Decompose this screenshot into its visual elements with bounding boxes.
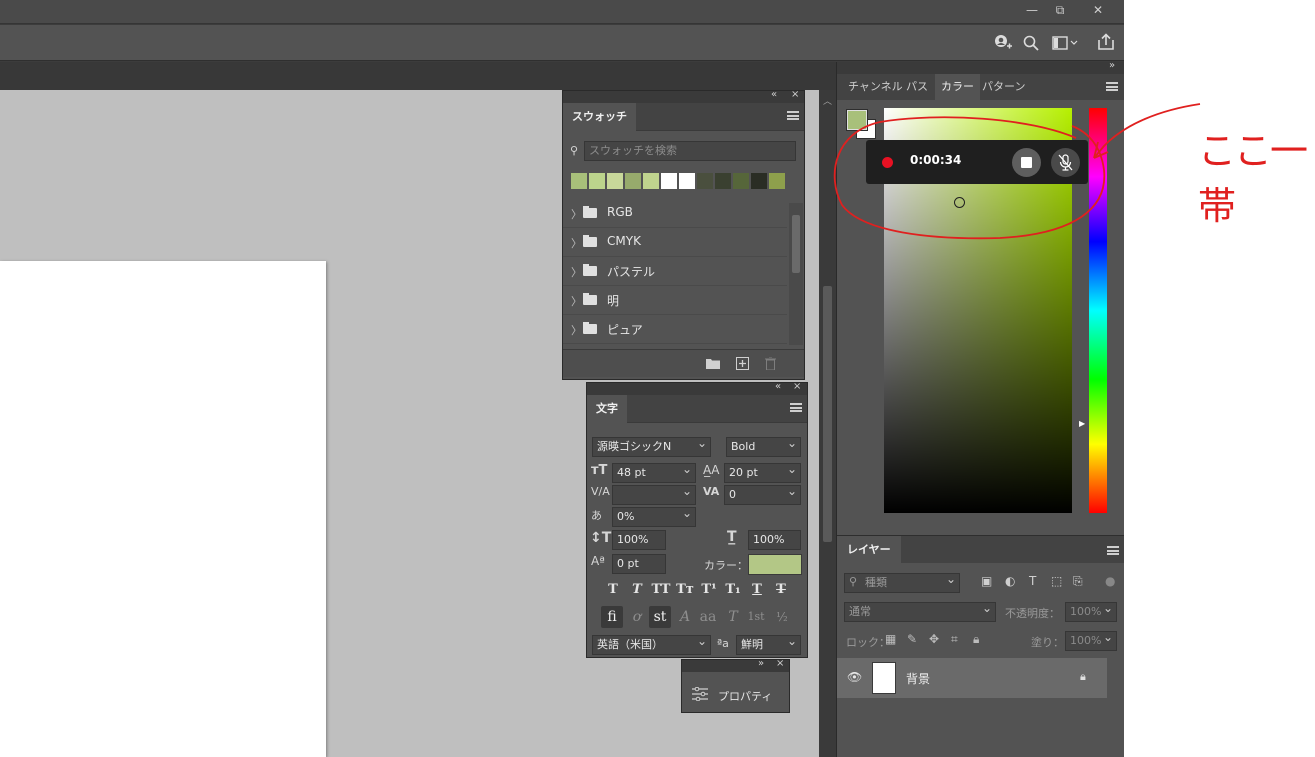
annotation-text: ここ一帯 <box>1198 129 1308 228</box>
annotation-circle <box>833 116 1106 240</box>
annotation-arrow <box>1093 103 1201 159</box>
annotation-overlay <box>833 103 1201 240</box>
